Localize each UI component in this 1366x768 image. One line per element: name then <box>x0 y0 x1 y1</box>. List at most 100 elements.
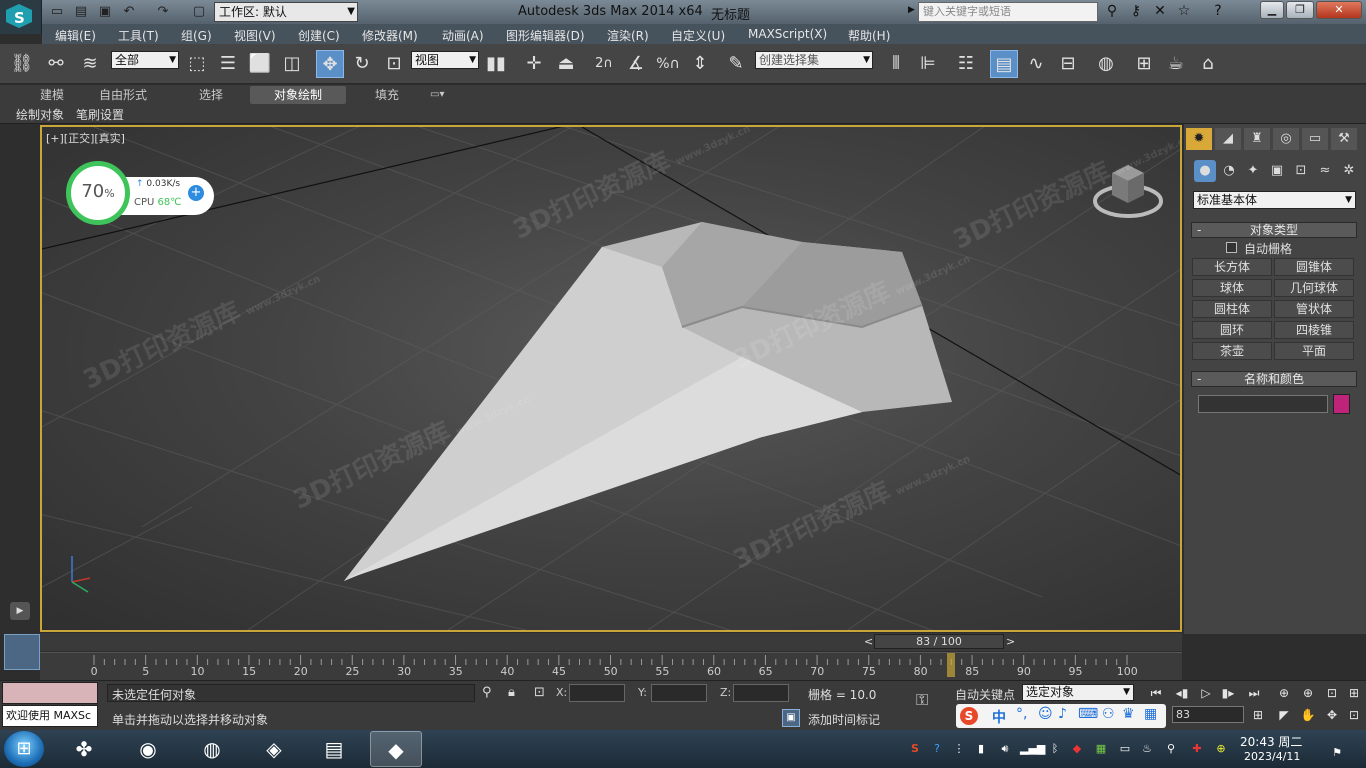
utilities-tab-icon[interactable]: ⚒ <box>1331 128 1357 150</box>
battery-tray-icon[interactable]: ▦ <box>1092 740 1110 758</box>
lights-icon[interactable]: ✦ <box>1242 160 1264 182</box>
viewcube[interactable] <box>1092 157 1164 221</box>
graphite-ribbon-icon[interactable]: ▤ <box>990 50 1018 78</box>
binoculars-icon[interactable]: ⚲ <box>1102 3 1122 21</box>
link-icon[interactable]: ⛓ <box>8 50 36 78</box>
tab-freeform[interactable]: 自由形式 <box>99 86 147 104</box>
notification-flag-icon[interactable]: ⚑ <box>1328 744 1346 762</box>
toolbox-icon[interactable]: ▦ <box>1144 706 1157 722</box>
space-warps-icon[interactable]: ≈ <box>1314 160 1336 182</box>
workspace-dropdown[interactable]: 工作区: 默认 ▼ <box>214 2 358 22</box>
zoom-extents-icon[interactable]: ⊡ <box>1322 684 1342 702</box>
panel-paint-objects[interactable]: 绘制对象 <box>16 106 64 123</box>
tab-modeling[interactable]: 建模 <box>40 86 64 104</box>
geosphere-button[interactable]: 几何球体 <box>1274 279 1354 297</box>
y-coordinate-field[interactable] <box>651 684 707 702</box>
sogou-tray-icon[interactable]: S <box>906 740 924 758</box>
x-coordinate-field[interactable] <box>569 684 625 702</box>
name-and-color-rollout[interactable]: - 名称和颜色 <box>1191 371 1357 387</box>
pyramid-button[interactable]: 四棱锥 <box>1274 321 1354 339</box>
object-category-dropdown[interactable]: 标准基本体 ▼ <box>1193 191 1356 209</box>
select-and-move-icon[interactable]: ✥ <box>316 50 344 78</box>
volume-icon[interactable]: 🔊︎ <box>996 740 1014 758</box>
shapes-icon[interactable]: ◔ <box>1218 160 1240 182</box>
plus-tray-icon[interactable]: ⊕ <box>1212 740 1230 758</box>
menu-customize[interactable]: 自定义(U) <box>671 27 725 44</box>
object-color-swatch[interactable] <box>1333 394 1350 414</box>
timeline-playhead[interactable] <box>947 653 956 677</box>
motion-tab-icon[interactable]: ◎ <box>1273 128 1299 150</box>
key-filter-dropdown[interactable]: 选定对象 ▼ <box>1022 684 1134 701</box>
material-editor-icon[interactable]: ◍ <box>1092 50 1120 78</box>
torus-button[interactable]: 圆环 <box>1192 321 1272 339</box>
maxscript-prompt[interactable]: 欢迎使用 MAXSc <box>2 705 98 727</box>
clock-time[interactable]: 20:43 周二 <box>1240 733 1302 750</box>
orbit-icon[interactable]: ✥ <box>1322 706 1342 724</box>
teapot-button[interactable]: 茶壶 <box>1192 342 1272 360</box>
cameras-icon[interactable]: ▣ <box>1266 160 1288 182</box>
sphere-button[interactable]: 球体 <box>1192 279 1272 297</box>
maxscript-mini-listener[interactable] <box>2 682 98 704</box>
menu-graph-editors[interactable]: 图形编辑器(D) <box>506 27 585 44</box>
security-tray-icon[interactable]: ◆ <box>1068 740 1086 758</box>
menu-rendering[interactable]: 渲染(R) <box>607 27 649 44</box>
systems-icon[interactable]: ✲ <box>1338 160 1360 182</box>
menu-maxscript[interactable]: MAXScript(X) <box>748 27 827 41</box>
save-file-icon[interactable]: ▣ <box>96 3 114 21</box>
snaps-toggle-icon[interactable]: 2∩ <box>590 50 618 78</box>
object-name-field[interactable] <box>1198 395 1328 413</box>
create-tab-icon[interactable]: ✹ <box>1186 128 1212 150</box>
cpu-monitor-widget[interactable]: 70% ↑ 0.03K/s CPU 68℃ + <box>66 161 214 225</box>
widget-plus-icon[interactable]: + <box>188 185 204 201</box>
go-to-end-icon[interactable]: ⏭ <box>1244 684 1264 702</box>
add-time-tag[interactable]: 添加时间标记 <box>808 711 880 728</box>
search-expand-icon[interactable]: ▶ <box>908 5 915 15</box>
autogrid-checkbox[interactable] <box>1226 242 1237 253</box>
menu-tools[interactable]: 工具(T) <box>118 27 159 44</box>
absolute-mode-icon[interactable]: ⊡ <box>534 685 545 700</box>
select-object-icon[interactable]: ⬚ <box>183 50 211 78</box>
manipulate-icon[interactable]: ✛ <box>520 50 548 78</box>
zoom-extents-all-icon[interactable]: ⊞ <box>1344 684 1364 702</box>
communication-center-icon[interactable]: ✕ <box>1150 3 1170 21</box>
file-explorer-icon[interactable]: ▤ <box>308 731 360 767</box>
zoom-icon[interactable]: ⊕ <box>1274 684 1294 702</box>
app-pinwheel-icon[interactable]: ✤ <box>58 731 110 767</box>
isolate-selection-icon[interactable]: ⚲ <box>482 685 492 700</box>
menu-edit[interactable]: 编辑(E) <box>55 27 96 44</box>
object-type-rollout[interactable]: - 对象类型 <box>1191 222 1357 238</box>
angle-snap-icon[interactable]: ∡ <box>622 50 650 78</box>
percent-snap-icon[interactable]: %∩ <box>654 50 682 78</box>
menu-views[interactable]: 视图(V) <box>234 27 276 44</box>
window-crossing-icon[interactable]: ◫ <box>278 50 306 78</box>
set-key-icon[interactable]: ⚿ <box>916 690 928 710</box>
align-icon[interactable]: ⊫ <box>914 50 942 78</box>
go-to-start-icon[interactable]: ⏮ <box>1146 684 1166 702</box>
selection-filter-dropdown[interactable]: 全部 ▼ <box>111 51 179 69</box>
menu-animation[interactable]: 动画(A) <box>442 27 484 44</box>
ribbon-options-icon[interactable]: ▭▾ <box>430 86 444 104</box>
named-selection-set-dropdown[interactable]: 创建选择集 ▼ <box>755 51 873 69</box>
pivot-center-icon[interactable]: ▮▮ <box>482 50 510 78</box>
menu-create[interactable]: 创建(C) <box>298 27 340 44</box>
app-logo-button[interactable]: S <box>0 0 42 34</box>
rendered-frame-window-icon[interactable]: ☕ <box>1162 50 1190 78</box>
user-icon[interactable]: ⚇ <box>1102 706 1115 722</box>
hierarchy-tab-icon[interactable]: ♜ <box>1244 128 1270 150</box>
skin-icon[interactable]: ♛ <box>1122 706 1135 722</box>
shield-tray-icon[interactable]: ✚ <box>1188 740 1206 758</box>
cone-button[interactable]: 圆锥体 <box>1274 258 1354 276</box>
browser-green-icon[interactable]: ◍ <box>186 731 238 767</box>
maximize-viewport-icon[interactable]: ⊡ <box>1344 706 1364 724</box>
tray-expand-icon[interactable]: ⋮ <box>950 740 968 758</box>
open-file-icon[interactable]: ▤ <box>72 3 90 21</box>
help-icon[interactable]: ? <box>1208 3 1228 21</box>
menu-modifiers[interactable]: 修改器(M) <box>362 27 418 44</box>
clock-date[interactable]: 2023/4/11 <box>1244 750 1300 763</box>
play-icon[interactable]: ▷ <box>1196 684 1216 702</box>
maximize-button[interactable]: ❐ <box>1286 1 1314 19</box>
time-tag-icon[interactable]: ▣ <box>782 709 800 727</box>
next-frame-icon[interactable]: ▮▸ <box>1218 684 1238 702</box>
reference-coordinate-dropdown[interactable]: 视图 ▼ <box>411 51 479 69</box>
prev-frame-button[interactable]: < <box>864 635 873 648</box>
